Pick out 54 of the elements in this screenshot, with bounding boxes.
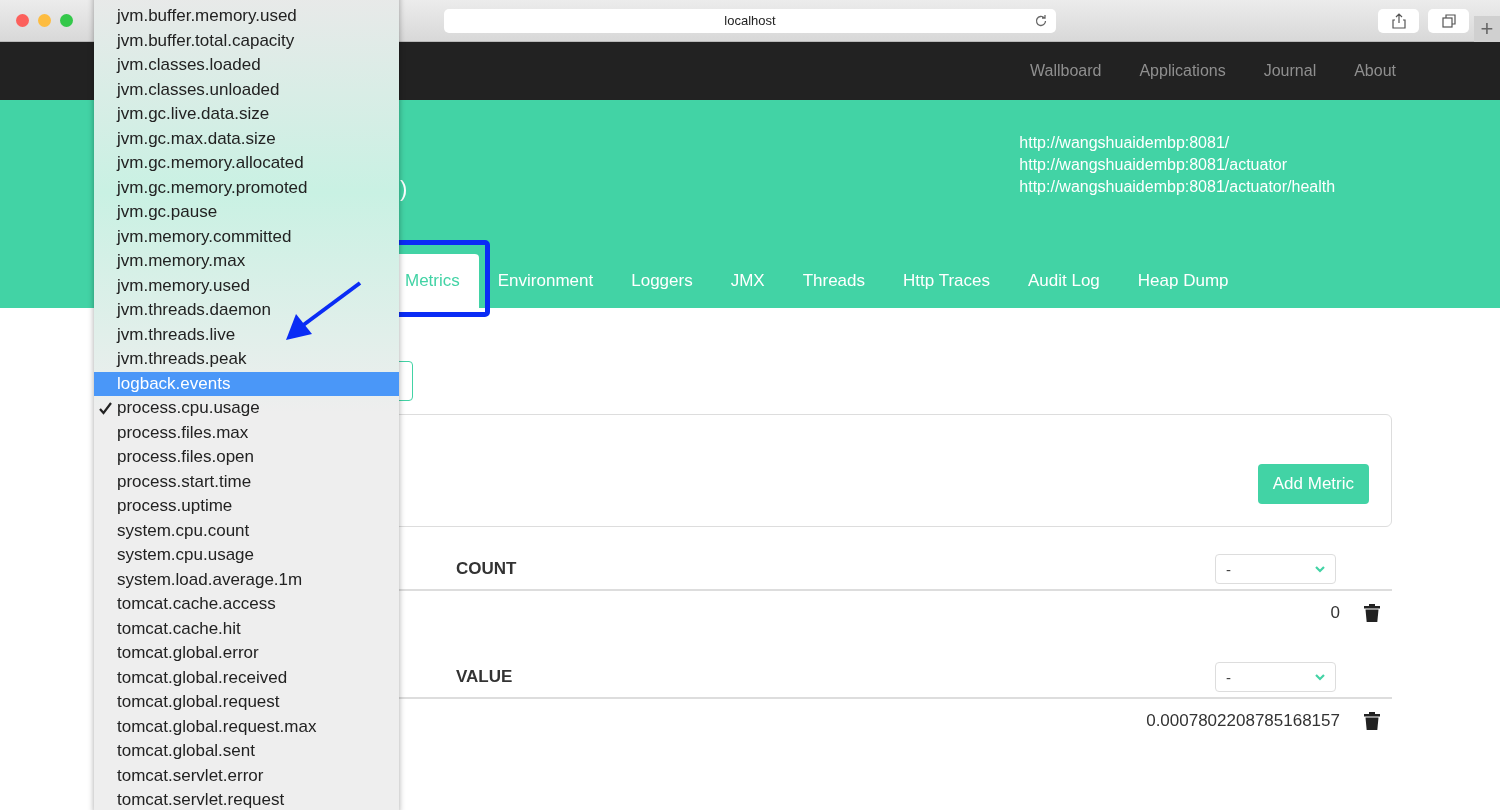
menu-item[interactable]: tomcat.global.request <box>94 690 399 715</box>
column-heading: VALUE <box>456 667 513 687</box>
nav-link[interactable]: Applications <box>1139 62 1226 80</box>
menu-item[interactable]: jvm.gc.memory.allocated <box>94 151 399 176</box>
menu-item[interactable]: jvm.gc.max.data.size <box>94 126 399 151</box>
menu-item[interactable]: system.cpu.usage <box>94 543 399 568</box>
metric-value: 0.0007802208785168157 <box>1146 711 1340 731</box>
menu-item[interactable]: tomcat.global.received <box>94 665 399 690</box>
menu-item[interactable]: tomcat.servlet.error <box>94 763 399 788</box>
menu-item[interactable]: jvm.threads.live <box>94 322 399 347</box>
nav-link[interactable]: Journal <box>1263 62 1317 80</box>
menu-item[interactable]: system.load.average.1m <box>94 567 399 592</box>
menu-item[interactable]: process.files.open <box>94 445 399 470</box>
reload-icon[interactable] <box>1034 13 1048 28</box>
menu-item[interactable]: process.cpu.usage <box>94 396 399 421</box>
menu-item[interactable]: tomcat.global.error <box>94 641 399 666</box>
unit-select[interactable]: - <box>1215 554 1336 584</box>
trash-icon[interactable] <box>1364 604 1380 622</box>
menu-item[interactable]: jvm.gc.live.data.size <box>94 102 399 127</box>
menu-item[interactable]: jvm.memory.committed <box>94 224 399 249</box>
nav-link[interactable]: Wallboard <box>1030 62 1102 80</box>
chevron-down-icon <box>1315 565 1325 573</box>
address-bar[interactable]: localhost <box>444 8 1056 33</box>
share-button[interactable] <box>1378 8 1419 33</box>
menu-item[interactable]: jvm.gc.memory.promoted <box>94 175 399 200</box>
menu-item[interactable]: jvm.classes.loaded <box>94 53 399 78</box>
tabs-overview-button[interactable] <box>1428 8 1469 33</box>
app-title: ) <box>400 176 408 202</box>
menu-item[interactable]: tomcat.servlet.request <box>94 788 399 810</box>
menu-item[interactable]: tomcat.global.request.max <box>94 714 399 739</box>
trash-icon[interactable] <box>1364 712 1380 730</box>
tabs-icon <box>1441 13 1456 28</box>
close-window-icon[interactable] <box>16 14 29 27</box>
column-heading: COUNT <box>456 559 517 579</box>
menu-item[interactable]: process.start.time <box>94 469 399 494</box>
metric-value: 0 <box>1330 603 1340 623</box>
checkmark-icon <box>99 402 112 415</box>
zoom-window-icon[interactable] <box>60 14 73 27</box>
chevron-down-icon <box>1315 673 1325 681</box>
menu-item[interactable]: tomcat.cache.access <box>94 592 399 617</box>
menu-item[interactable]: jvm.buffer.memory.used <box>94 4 399 29</box>
menu-item[interactable]: jvm.buffer.total.capacity <box>94 28 399 53</box>
menu-item[interactable]: process.files.max <box>94 420 399 445</box>
menu-item[interactable]: jvm.threads.peak <box>94 347 399 372</box>
menu-item[interactable]: system.cpu.count <box>94 518 399 543</box>
menu-item[interactable]: jvm.gc.pause <box>94 200 399 225</box>
menu-item[interactable]: jvm.classes.unloaded <box>94 77 399 102</box>
new-tab-button[interactable]: + <box>1474 15 1500 42</box>
unit-select[interactable]: - <box>1215 662 1336 692</box>
menu-item[interactable]: tomcat.cache.hit <box>94 616 399 641</box>
menu-item[interactable]: process.uptime <box>94 494 399 519</box>
share-icon <box>1391 12 1406 29</box>
nav-link[interactable]: About <box>1354 62 1396 80</box>
menu-item[interactable]: tomcat.global.sent <box>94 739 399 764</box>
